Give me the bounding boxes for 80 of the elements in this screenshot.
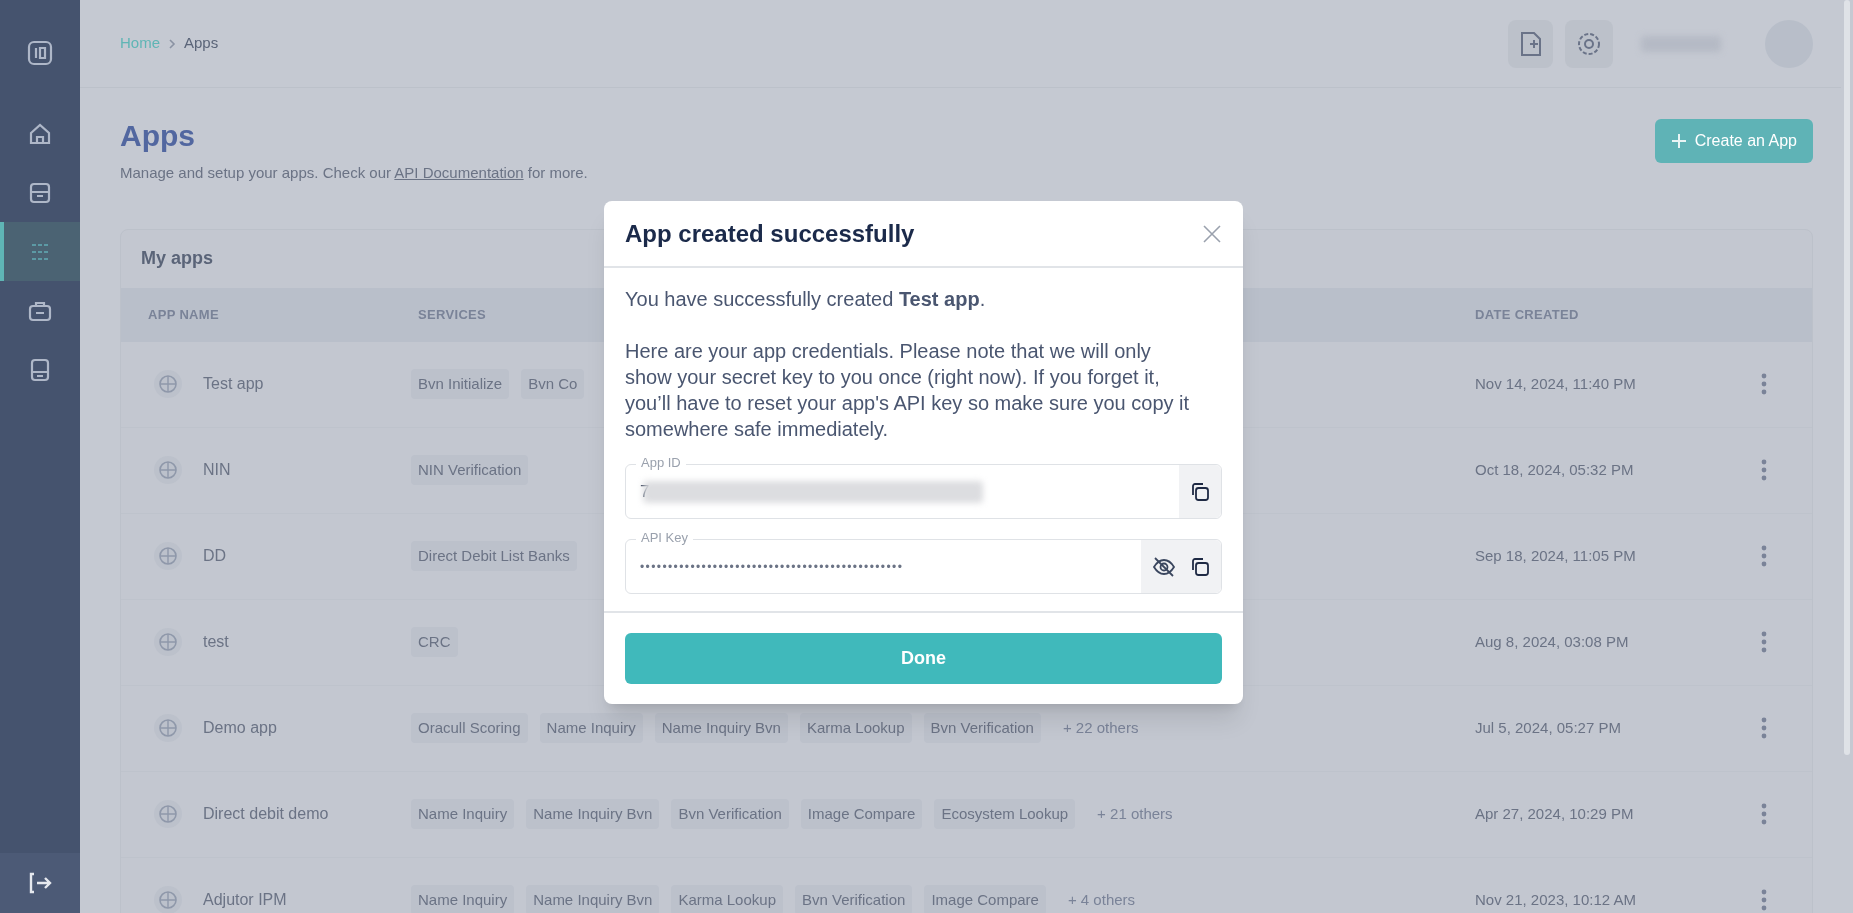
more-options-icon[interactable] bbox=[1761, 889, 1767, 911]
date-created: Jul 5, 2024, 05:27 PM bbox=[1475, 717, 1622, 738]
more-options-icon[interactable] bbox=[1761, 803, 1767, 825]
service-tag: Direct Debit List Banks bbox=[411, 540, 577, 572]
column-header: SERVICES bbox=[418, 305, 487, 324]
eye-off-icon[interactable] bbox=[1152, 556, 1176, 577]
copy-icon[interactable] bbox=[1190, 481, 1210, 502]
service-tag: Oracull Scoring bbox=[411, 712, 528, 744]
service-tag: Image Compare bbox=[924, 884, 1046, 913]
service-tag: Name Inquiry bbox=[411, 798, 515, 830]
date-created: Nov 21, 2023, 10:12 AM bbox=[1475, 889, 1637, 910]
service-tag: Name Inquiry bbox=[539, 712, 643, 744]
logout-icon[interactable] bbox=[28, 872, 52, 894]
table-title: My apps bbox=[141, 247, 214, 270]
credentials-note: Here are your app credentials. Please note that we will only show your secret key to you once (right now). If you forget it, you’ll have to reset your app's API key so make sure you copy it somewhere safe immediately. bbox=[625, 339, 1191, 442]
app-name: Adjutor IPM bbox=[203, 890, 287, 910]
service-tag: NIN Verification bbox=[411, 454, 529, 486]
page-subtitle: Manage and setup your apps. Check our API Documentation for more. bbox=[120, 163, 588, 183]
app-name: test bbox=[203, 632, 229, 652]
more-options-icon[interactable] bbox=[1761, 631, 1767, 653]
service-tag: Name Inquiry Bvn bbox=[526, 884, 660, 913]
app-name: Demo app bbox=[203, 718, 277, 738]
service-tag: Bvn Verification bbox=[795, 884, 913, 913]
copy-icon[interactable] bbox=[1190, 556, 1210, 577]
document-add-icon[interactable] bbox=[1508, 19, 1553, 68]
service-tag: Name Inquiry bbox=[411, 884, 515, 913]
service-tag: Karma Lookup bbox=[799, 712, 912, 744]
more-options-icon[interactable] bbox=[1761, 459, 1767, 481]
api-documentation-link[interactable]: API Documentation bbox=[394, 164, 524, 181]
service-tag: Image Compare bbox=[800, 798, 923, 830]
close-icon[interactable] bbox=[1202, 223, 1222, 244]
app-icon bbox=[153, 713, 183, 743]
service-tag: Bvn Initialize bbox=[411, 368, 510, 400]
service-tag: Bvn Co bbox=[521, 368, 585, 400]
field-label: App ID bbox=[636, 455, 686, 471]
more-services-label: + 4 others bbox=[1067, 889, 1136, 910]
service-tag: Karma Lookup bbox=[671, 884, 783, 913]
service-tag: Ecosystem Lookup bbox=[934, 798, 1076, 830]
app-icon bbox=[153, 541, 183, 571]
masked-value: ••••••••••••••••••••••••••••••••••••••••••••••• bbox=[640, 558, 904, 576]
service-tag: Name Inquiry Bvn bbox=[526, 798, 660, 830]
app-icon bbox=[153, 455, 183, 485]
sidebar-item[interactable] bbox=[0, 222, 80, 281]
scrollbar-thumb[interactable] bbox=[1844, 0, 1850, 755]
date-created: Oct 18, 2024, 05:32 PM bbox=[1475, 459, 1635, 480]
more-options-icon[interactable] bbox=[1761, 373, 1767, 395]
plus-icon bbox=[1670, 133, 1687, 149]
app-name: Test app bbox=[203, 374, 264, 394]
date-created: Sep 18, 2024, 11:05 PM bbox=[1475, 545, 1637, 566]
date-created: Nov 14, 2024, 11:40 PM bbox=[1475, 373, 1637, 394]
service-tag: Name Inquiry Bvn bbox=[654, 712, 788, 744]
chevron-right-icon bbox=[168, 37, 176, 50]
success-message: You have successfully created Test app. bbox=[625, 287, 987, 312]
service-tag: Bvn Verification bbox=[671, 798, 789, 830]
column-header: DATE CREATED bbox=[1475, 305, 1579, 324]
app-logo-icon[interactable] bbox=[27, 40, 53, 66]
create-app-button[interactable]: Create an App bbox=[1654, 119, 1813, 163]
app-icon bbox=[153, 799, 183, 829]
app-name: NIN bbox=[203, 460, 231, 480]
settings-icon[interactable] bbox=[1565, 19, 1613, 68]
more-options-icon[interactable] bbox=[1761, 717, 1767, 739]
more-options-icon[interactable] bbox=[1761, 545, 1767, 567]
page-title: Apps bbox=[120, 118, 196, 154]
breadcrumb-link[interactable]: Apps bbox=[184, 32, 219, 55]
app-icon bbox=[153, 627, 183, 657]
more-services-label: + 21 others bbox=[1097, 803, 1173, 824]
service-tag: CRC bbox=[411, 626, 458, 658]
field-value: 7 bbox=[640, 480, 650, 503]
app-name: Direct debit demo bbox=[203, 804, 329, 824]
date-created: Aug 8, 2024, 03:08 PM bbox=[1475, 631, 1630, 652]
date-created: Apr 27, 2024, 10:29 PM bbox=[1475, 803, 1635, 824]
field-label: API Key bbox=[636, 530, 693, 546]
done-button[interactable]: Done bbox=[625, 633, 1222, 684]
more-services-label: + 22 others bbox=[1062, 717, 1139, 738]
app-name: DD bbox=[203, 546, 227, 566]
modal-title: App created successfully bbox=[625, 218, 915, 249]
service-tag: Bvn Verification bbox=[923, 712, 1041, 744]
app-icon bbox=[153, 369, 183, 399]
breadcrumb-link[interactable]: Home bbox=[120, 32, 160, 55]
column-header: APP NAME bbox=[148, 305, 219, 324]
